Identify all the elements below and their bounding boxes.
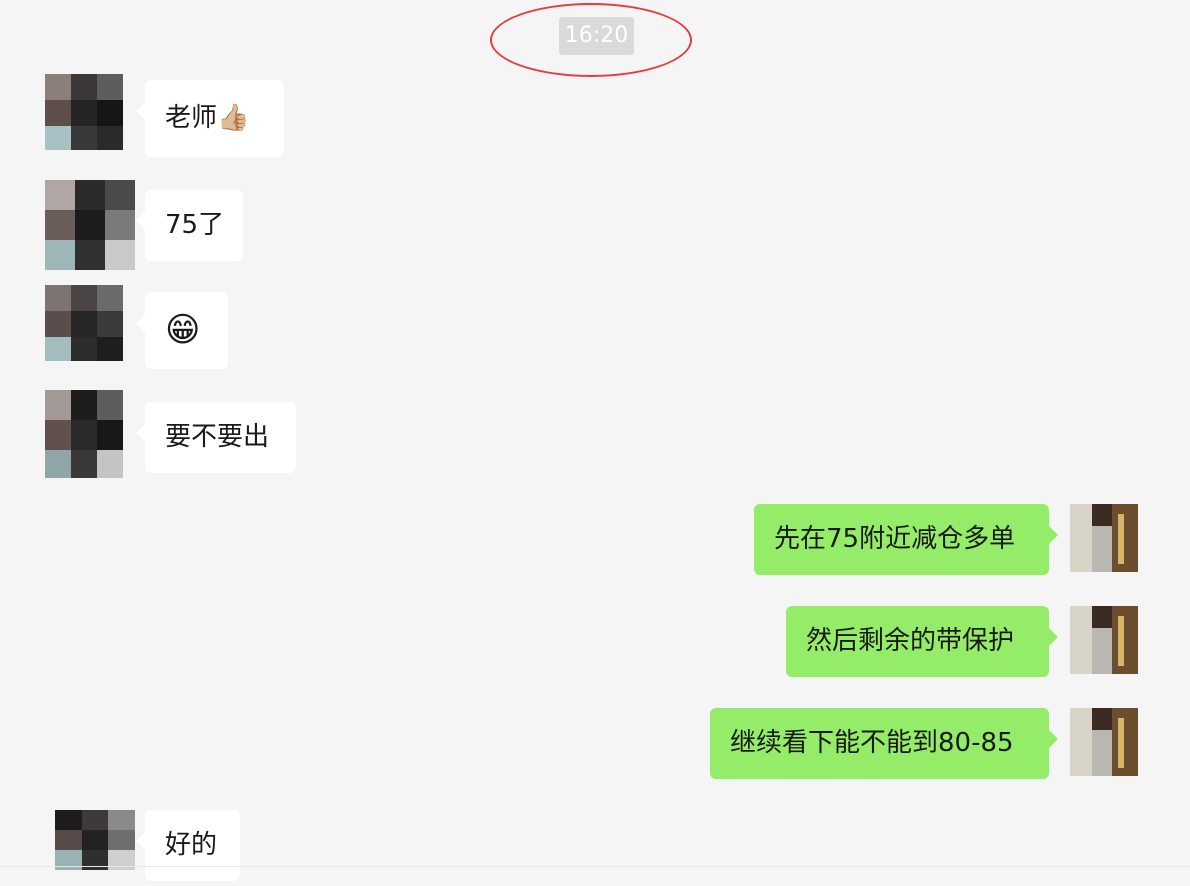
- my-avatar[interactable]: [1070, 708, 1138, 776]
- my-avatar[interactable]: [1070, 504, 1138, 572]
- message-bubble-outgoing[interactable]: 然后剩余的带保护: [786, 606, 1058, 677]
- my-avatar[interactable]: [1070, 606, 1138, 674]
- message-bubble-outgoing[interactable]: 继续看下能不能到80-85: [710, 708, 1058, 779]
- contact-avatar[interactable]: [55, 810, 135, 870]
- contact-avatar[interactable]: [45, 285, 123, 361]
- message-bubble-incoming[interactable]: 好的: [136, 810, 240, 881]
- annotation-circle: [490, 3, 692, 77]
- contact-avatar[interactable]: [45, 390, 123, 478]
- message-bubble-incoming[interactable]: 75了: [136, 190, 243, 261]
- message-bubble-incoming[interactable]: 😁: [136, 292, 228, 369]
- contact-avatar[interactable]: [45, 180, 135, 270]
- contact-avatar[interactable]: [45, 74, 123, 150]
- chat-window: 16:20 老师👍🏼 75了 😁 要不要出 先在75附近减仓多单 然后剩余的带保…: [0, 0, 1190, 886]
- divider: [0, 866, 1190, 867]
- message-bubble-incoming[interactable]: 要不要出: [136, 402, 296, 473]
- message-bubble-incoming[interactable]: 老师👍🏼: [136, 80, 284, 157]
- message-bubble-outgoing[interactable]: 先在75附近减仓多单: [754, 504, 1058, 575]
